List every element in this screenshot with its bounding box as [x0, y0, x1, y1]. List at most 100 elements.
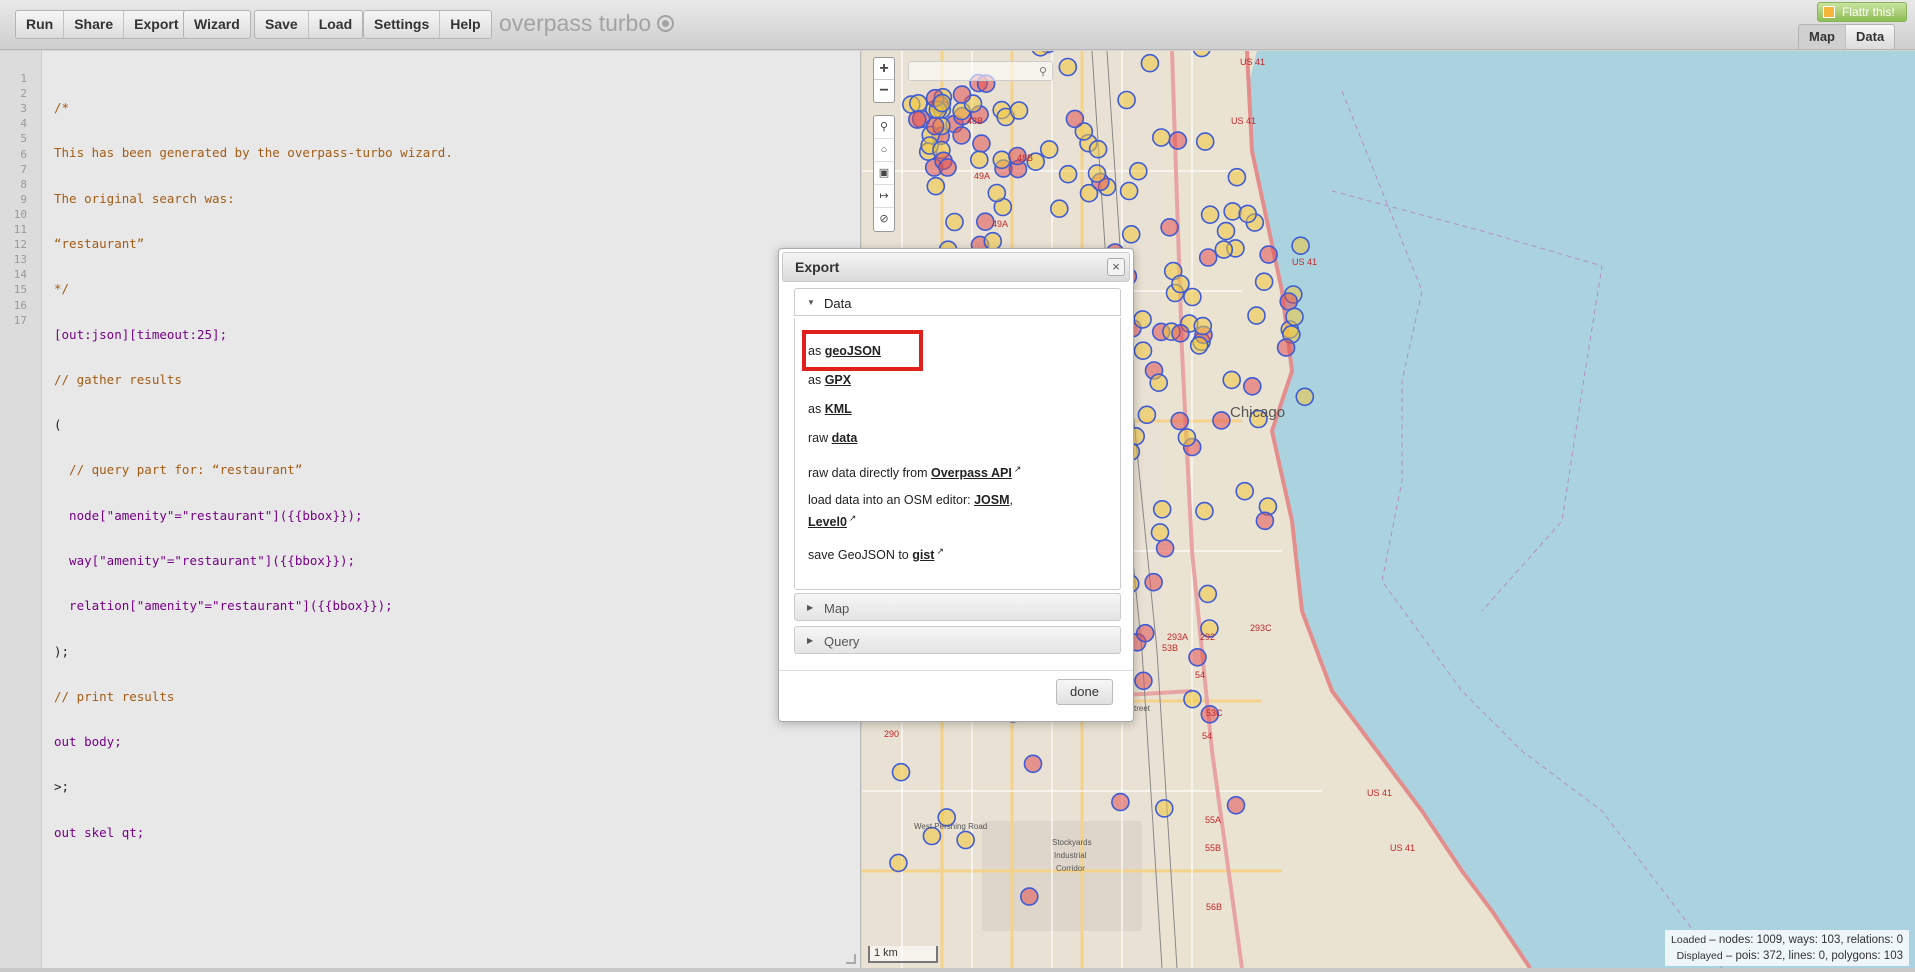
poi-marker[interactable] — [889, 853, 908, 873]
zoom-in-button[interactable]: + — [874, 58, 894, 80]
level0-link[interactable]: Level0 — [808, 515, 847, 529]
poi-marker[interactable] — [1183, 689, 1202, 709]
poi-marker[interactable] — [1117, 90, 1136, 110]
share-button[interactable]: Share — [64, 11, 125, 38]
poi-marker[interactable] — [938, 158, 957, 177]
fit-data-icon[interactable]: ↦ — [874, 185, 894, 208]
poi-marker[interactable] — [1238, 204, 1258, 224]
search-location-icon[interactable]: ⚲ — [874, 116, 894, 139]
poi-marker[interactable] — [1151, 128, 1171, 147]
poi-marker[interactable] — [1039, 140, 1059, 159]
wizard-button[interactable]: Wizard — [184, 11, 250, 38]
poi-marker[interactable] — [1192, 51, 1211, 58]
poi-marker[interactable] — [1137, 405, 1157, 425]
poi-marker[interactable] — [1198, 248, 1218, 267]
load-button[interactable]: Load — [309, 11, 362, 38]
save-button[interactable]: Save — [255, 11, 309, 38]
poi-marker[interactable] — [945, 212, 964, 232]
poi-marker[interactable] — [1023, 754, 1043, 774]
poi-marker[interactable] — [926, 176, 946, 196]
toggle-data-icon[interactable]: ⊘ — [874, 208, 894, 231]
run-button[interactable]: Run — [16, 11, 65, 38]
code-editor[interactable]: 1 2 3 4 5 6 7 8 9 10 11 12 13 14 15 16 17 /* This has be… — [0, 51, 861, 968]
poi-marker[interactable] — [1155, 538, 1175, 558]
poi-marker[interactable] — [1216, 221, 1236, 241]
export-raw-link[interactable]: data — [832, 431, 858, 445]
poi-marker[interactable] — [1009, 101, 1029, 120]
poi-marker[interactable] — [1254, 272, 1274, 291]
poi-marker[interactable] — [1020, 887, 1039, 906]
poi-marker[interactable] — [1255, 511, 1275, 531]
locate-icon[interactable]: ○ — [874, 139, 894, 162]
overpass-api-link[interactable]: Overpass API — [931, 466, 1012, 480]
dialog-titlebar[interactable]: Export × — [782, 252, 1130, 282]
poi-marker[interactable] — [1152, 499, 1172, 519]
poi-marker[interactable] — [987, 183, 1007, 203]
poi-marker[interactable] — [1235, 481, 1255, 501]
poi-marker[interactable] — [970, 150, 989, 169]
poi-marker[interactable] — [1195, 501, 1214, 521]
poi-marker[interactable] — [1111, 792, 1130, 812]
poi-marker[interactable] — [952, 85, 972, 104]
poi-marker[interactable] — [1128, 161, 1148, 181]
poi-marker[interactable] — [1189, 336, 1209, 355]
poi-marker[interactable] — [1279, 292, 1299, 311]
poi-marker[interactable] — [891, 762, 911, 782]
poi-marker[interactable] — [1119, 181, 1139, 201]
poi-marker[interactable] — [1177, 428, 1197, 447]
done-button[interactable]: done — [1056, 679, 1113, 705]
poi-marker[interactable] — [1149, 373, 1169, 393]
poi-marker[interactable] — [1140, 53, 1160, 73]
section-query-header[interactable]: ▶ Query — [794, 626, 1121, 654]
poi-marker[interactable] — [932, 93, 952, 113]
poi-marker[interactable] — [1222, 370, 1242, 390]
settings-button[interactable]: Settings — [364, 11, 441, 38]
poi-marker[interactable] — [1259, 245, 1278, 264]
poi-marker[interactable] — [1058, 164, 1078, 184]
poi-marker[interactable] — [972, 134, 991, 153]
poi-marker[interactable] — [1058, 57, 1078, 77]
flattr-button[interactable]: Flattr this! — [1817, 2, 1907, 22]
poi-marker[interactable] — [1050, 199, 1069, 218]
map-search-input[interactable]: ⚲ — [908, 61, 1053, 81]
poi-marker[interactable] — [1088, 139, 1108, 159]
poi-marker[interactable] — [1212, 411, 1231, 430]
poi-marker[interactable] — [1171, 323, 1190, 343]
export-button[interactable]: Export — [124, 11, 188, 38]
poi-marker[interactable] — [1188, 647, 1207, 667]
export-gpx-link[interactable]: GPX — [825, 373, 851, 387]
poi-marker[interactable] — [1154, 799, 1174, 818]
close-icon[interactable]: × — [1107, 258, 1125, 276]
poi-marker[interactable] — [908, 93, 928, 113]
poi-marker[interactable] — [1170, 411, 1190, 431]
poi-marker[interactable] — [1133, 341, 1153, 361]
poi-marker[interactable] — [1134, 671, 1153, 691]
poi-marker[interactable] — [1133, 310, 1152, 329]
code-content[interactable]: /* This has been generated by the overpa… — [54, 70, 453, 870]
poi-marker[interactable] — [956, 830, 975, 850]
poi-marker[interactable] — [1195, 132, 1215, 151]
poi-marker[interactable] — [1087, 164, 1107, 183]
poi-marker[interactable] — [1214, 240, 1234, 259]
poi-marker[interactable] — [1226, 795, 1246, 815]
poi-marker[interactable] — [925, 116, 945, 136]
help-button[interactable]: Help — [440, 11, 490, 38]
poi-marker[interactable] — [1183, 287, 1202, 307]
export-geojson-link[interactable]: geoJSON — [825, 344, 881, 358]
poi-marker[interactable] — [1168, 131, 1188, 150]
image-export-icon[interactable]: ▣ — [874, 162, 894, 185]
poi-marker[interactable] — [952, 126, 971, 145]
section-map-header[interactable]: ▶ Map — [794, 593, 1121, 621]
poi-marker[interactable] — [1223, 202, 1242, 221]
tab-map[interactable]: Map — [1799, 25, 1846, 49]
tab-data[interactable]: Data — [1846, 25, 1894, 49]
poi-marker[interactable] — [1276, 338, 1296, 357]
zoom-out-button[interactable]: − — [874, 80, 894, 102]
poi-marker[interactable] — [1193, 316, 1213, 336]
poi-marker[interactable] — [1227, 167, 1247, 187]
gist-link[interactable]: gist — [912, 548, 934, 562]
poi-marker[interactable] — [1242, 376, 1262, 396]
poi-marker[interactable] — [907, 110, 927, 129]
poi-marker[interactable] — [1160, 218, 1179, 237]
poi-marker[interactable] — [1247, 306, 1266, 325]
